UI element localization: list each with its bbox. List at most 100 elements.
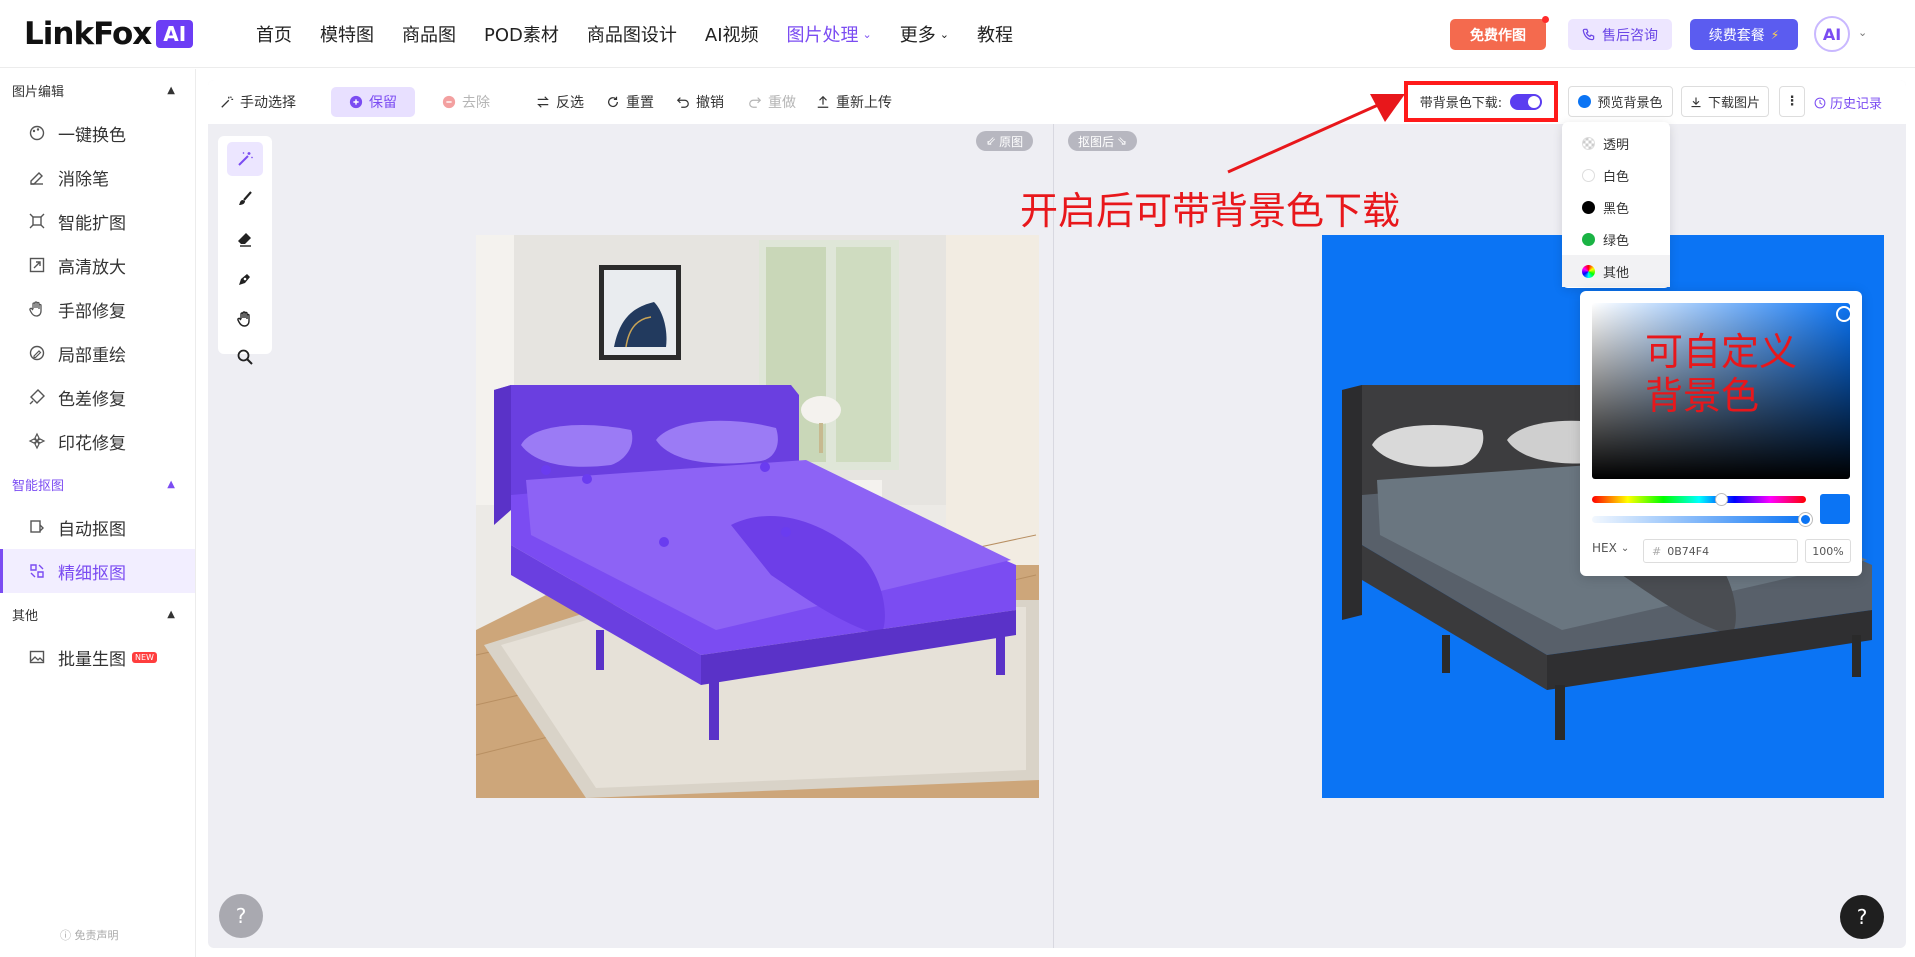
manual-select-button[interactable]: 手动选择	[220, 87, 296, 117]
chevron-down-icon: ⌄	[1620, 542, 1630, 554]
sidebar-item-print-fix[interactable]: 印花修复	[0, 419, 195, 463]
nav-tutorial[interactable]: 教程	[977, 21, 1013, 47]
pen-tool[interactable]	[227, 262, 263, 296]
new-badge: NEW	[132, 651, 157, 663]
help-button-floating[interactable]: ?	[1840, 895, 1884, 939]
bg-option-label: 黑色	[1603, 201, 1630, 217]
logo[interactable]: LinkFox AI	[24, 16, 194, 52]
history-link[interactable]: 历史记录	[1814, 93, 1882, 112]
sidebar-item-fine-cutout[interactable]: 精细抠图	[0, 549, 195, 593]
bg-color-menu: 透明 白色 黑色 绿色 其他	[1562, 122, 1670, 288]
history-label: 历史记录	[1830, 97, 1883, 112]
nav-ai-video[interactable]: AI视频	[705, 21, 759, 47]
keep-button[interactable]: 保留	[331, 87, 415, 117]
lightning-icon: ⚡	[1770, 27, 1780, 42]
fine-cutout-icon	[26, 560, 48, 582]
rainbow-swatch-icon	[1582, 264, 1595, 278]
reupload-button[interactable]: 重新上传	[816, 87, 892, 117]
nav-product-design[interactable]: 商品图设计	[587, 21, 677, 47]
invert-label: 反选	[556, 95, 584, 111]
invert-button[interactable]: 反选	[536, 87, 584, 117]
zoom-tool[interactable]	[227, 340, 263, 374]
sidebar-item-eraser[interactable]: 消除笔	[0, 155, 195, 199]
more-menu-button[interactable]: ⋮	[1779, 86, 1805, 117]
palette-icon	[26, 122, 48, 144]
reset-button[interactable]: 重置	[606, 87, 654, 117]
nav-image-processing[interactable]: 图片处理 ⌄	[787, 21, 872, 47]
redo-button[interactable]: 重做	[748, 87, 796, 117]
download-button[interactable]: 下载图片	[1681, 86, 1769, 117]
brush-tool[interactable]	[227, 182, 263, 216]
nav-pod-assets[interactable]: POD素材	[484, 21, 559, 47]
image-icon	[26, 646, 48, 668]
preview-bg-label: 预览背景色	[1597, 96, 1663, 111]
renew-plan-button[interactable]: 续费套餐 ⚡	[1690, 19, 1798, 50]
preview-bg-button[interactable]: 预览背景色	[1568, 86, 1673, 117]
hex-input[interactable]: # 0B74F4	[1643, 539, 1798, 563]
nav-more[interactable]: 更多 ⌄	[900, 21, 949, 47]
pattern-icon	[26, 430, 48, 452]
undo-icon	[676, 97, 689, 108]
sidebar-item-label: 一键换色	[58, 125, 126, 146]
eraser-pen-icon	[26, 166, 48, 188]
chevron-down-icon[interactable]: ⌄	[1858, 26, 1867, 39]
sidebar-item-batch[interactable]: 批量生图 NEW	[0, 635, 195, 679]
help-button-left[interactable]: ?	[219, 894, 263, 938]
nav-product-image[interactable]: 商品图	[402, 21, 456, 47]
sidebar-item-recolor[interactable]: 一键换色	[0, 111, 195, 155]
bg-option-transparent[interactable]: 透明	[1562, 127, 1670, 159]
alpha-slider[interactable]	[1592, 516, 1806, 523]
bg-option-black[interactable]: 黑色	[1562, 191, 1670, 223]
tool-palette	[218, 136, 272, 365]
free-create-button[interactable]: 免费作图	[1450, 16, 1549, 50]
bg-option-green[interactable]: 绿色	[1562, 223, 1670, 255]
sidebar-item-auto-cutout[interactable]: 自动抠图	[0, 505, 195, 549]
logo-text: LinkFox	[24, 16, 152, 52]
hand-icon	[26, 298, 48, 320]
compare-divider[interactable]	[1053, 124, 1054, 948]
hue-slider[interactable]	[1592, 496, 1806, 503]
eraser-tool[interactable]	[227, 222, 263, 256]
notification-dot	[1542, 16, 1549, 23]
sidebar-item-label: 消除笔	[58, 169, 109, 190]
bg-download-toggle[interactable]	[1510, 93, 1543, 110]
original-image[interactable]	[476, 235, 1039, 798]
sidebar-item-hand-fix[interactable]: 手部修复	[0, 287, 195, 331]
avatar[interactable]: AI	[1814, 16, 1850, 52]
nav-model-image[interactable]: 模特图	[320, 21, 374, 47]
color-format-select[interactable]: HEX ⌄	[1592, 541, 1629, 555]
bg-option-label: 白色	[1603, 169, 1630, 185]
sidebar-item-upscale[interactable]: 高清放大	[0, 243, 195, 287]
sidebar-item-label: 局部重绘	[58, 345, 126, 366]
section-title: 其他	[12, 608, 39, 624]
after-sales-button[interactable]: 售后咨询	[1568, 19, 1672, 50]
section-smart-cutout[interactable]: 智能抠图 ▲	[0, 463, 195, 505]
sidebar-item-color-fix[interactable]: 色差修复	[0, 375, 195, 419]
magic-wand-icon	[221, 96, 234, 108]
bg-option-white[interactable]: 白色	[1562, 159, 1670, 191]
hex-value: 0B74F4	[1667, 544, 1710, 558]
remove-button[interactable]: 去除	[442, 87, 490, 117]
sidebar-item-label: 精细抠图	[58, 563, 126, 584]
alpha-input[interactable]: 100%	[1805, 539, 1851, 563]
sidebar-item-label: 色差修复	[58, 389, 126, 410]
disclaimer-link[interactable]: ⓘ 免责声明	[60, 927, 119, 943]
sv-handle[interactable]	[1836, 306, 1852, 322]
hand-pan-icon	[237, 311, 250, 327]
sidebar-item-expand[interactable]: 智能扩图	[0, 199, 195, 243]
hand-tool[interactable]	[227, 302, 263, 336]
section-other[interactable]: 其他 ▲	[0, 593, 195, 635]
alpha-slider-handle[interactable]	[1799, 513, 1812, 526]
section-title: 图片编辑	[12, 84, 65, 100]
nav-home[interactable]: 首页	[256, 21, 292, 47]
undo-label: 撤销	[696, 95, 724, 111]
section-image-editing[interactable]: 图片编辑 ▲	[0, 69, 195, 111]
nav-more-label: 更多	[899, 25, 936, 46]
top-navbar: LinkFox AI 首页 模特图 商品图 POD素材 商品图设计 AI视频 图…	[0, 0, 1915, 68]
hue-slider-handle[interactable]	[1715, 493, 1728, 506]
pen-nib-icon	[239, 274, 250, 285]
undo-button[interactable]: 撤销	[676, 87, 724, 117]
magic-wand-tool[interactable]	[227, 142, 263, 176]
bg-option-other[interactable]: 其他	[1562, 255, 1670, 287]
sidebar-item-inpaint[interactable]: 局部重绘	[0, 331, 195, 375]
